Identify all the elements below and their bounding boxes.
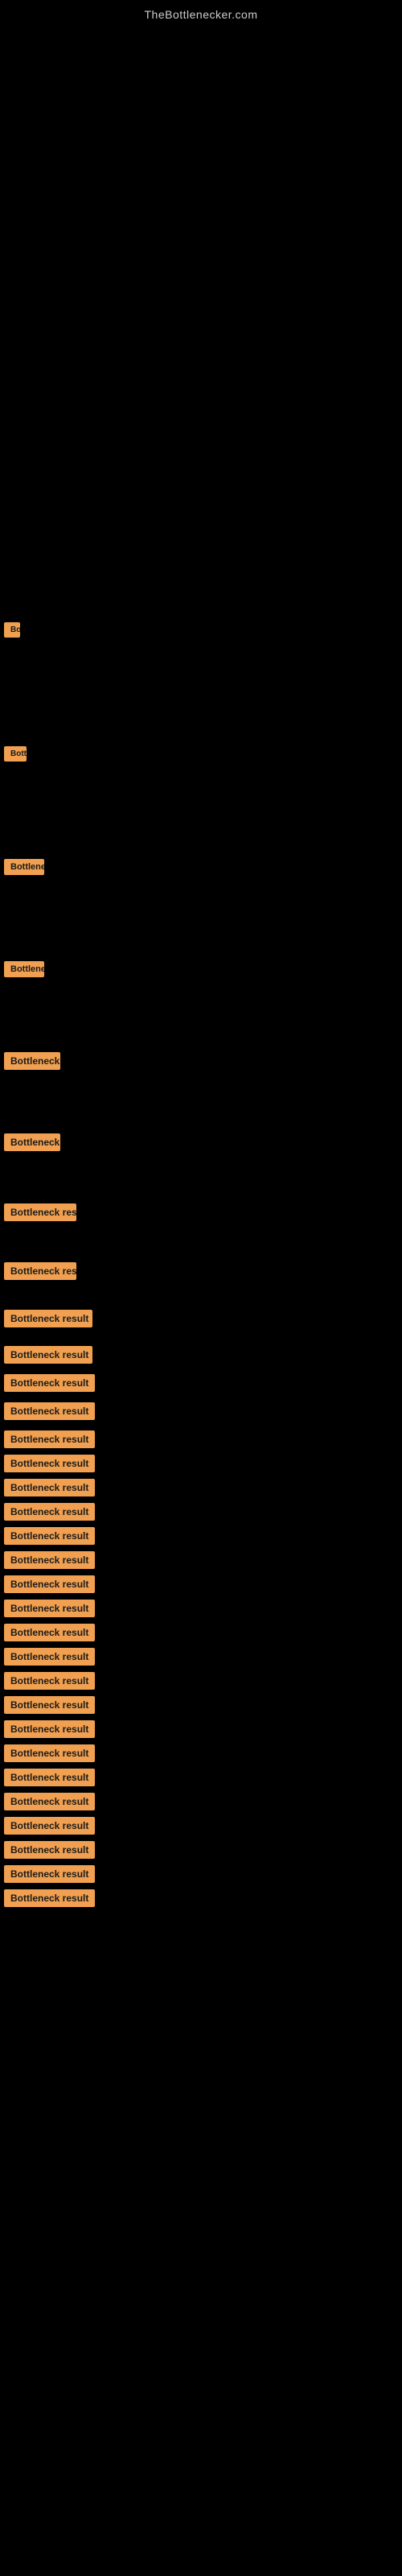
list-item: Bottleneck result: [4, 1743, 402, 1764]
bottleneck-result-label: Bottleneck result: [4, 859, 44, 875]
bottleneck-result-label: Bottleneck result: [4, 1720, 95, 1738]
list-item: Bottleneck result: [4, 1525, 402, 1546]
list-item: Bottleneck result: [4, 1453, 402, 1474]
list-item: Bottleneck result: [4, 745, 402, 767]
list-item: Bottleneck result: [4, 1670, 402, 1691]
bottleneck-result-label: Bottleneck result: [4, 1262, 76, 1280]
list-item: Bottleneck result: [4, 960, 402, 983]
bottleneck-result-label: Bottleneck result: [4, 1346, 92, 1364]
list-item: Bottleneck result: [4, 621, 402, 643]
list-item: Bottleneck result: [4, 1550, 402, 1571]
list-item: Bottleneck result: [4, 1839, 402, 1860]
bottleneck-result-label: Bottleneck result: [4, 1793, 95, 1810]
bottleneck-result-label: Bottleneck result: [4, 1455, 95, 1472]
list-item: Bottleneck result: [4, 1261, 402, 1286]
bottleneck-result-label: Bottleneck result: [4, 1624, 95, 1641]
list-item: Bottleneck result: [4, 1598, 402, 1619]
bottleneck-result-label: Bottleneck result: [4, 1310, 92, 1327]
bottleneck-result-label: Bottleneck result: [4, 622, 20, 638]
list-item: Bottleneck result: [4, 1622, 402, 1643]
bottleneck-result-label: Bottleneck result: [4, 961, 44, 977]
list-item: Bottleneck result: [4, 1501, 402, 1522]
list-item: Bottleneck result: [4, 1477, 402, 1498]
bottleneck-result-label: Bottleneck result: [4, 1133, 60, 1151]
list-item: Bottleneck result: [4, 1719, 402, 1740]
bottleneck-result-label: Bottleneck result: [4, 1865, 95, 1883]
bottleneck-result-label: Bottleneck result: [4, 1203, 76, 1221]
bottleneck-result-label: Bottleneck result: [4, 1503, 95, 1521]
bottleneck-result-label: Bottleneck result: [4, 1889, 95, 1907]
bottleneck-result-label: Bottleneck result: [4, 1600, 95, 1617]
bottleneck-list: Bottleneck result Bottleneck result Bottle…: [0, 621, 402, 1928]
bottleneck-result-label: Bottleneck result: [4, 746, 27, 762]
list-item: Bottleneck result: [4, 1574, 402, 1595]
bottleneck-result-label: Bottleneck result: [4, 1648, 95, 1666]
list-item: Bottleneck result: [4, 1344, 402, 1369]
list-item: Bottleneck result: [4, 1767, 402, 1788]
list-item: Bottleneck result: [4, 1864, 402, 1885]
bottleneck-result-label: Bottleneck result: [4, 1575, 95, 1593]
bottleneck-result-label: Bottleneck result: [4, 1430, 95, 1448]
list-item: Bottleneck result: [4, 1308, 402, 1333]
list-item: Bottleneck result: [4, 1646, 402, 1667]
bottleneck-result-label: Bottleneck result: [4, 1672, 95, 1690]
list-item: Bottleneck result: [4, 857, 402, 881]
bottleneck-result-label: Bottleneck result: [4, 1696, 95, 1714]
list-item: Bottleneck result: [4, 1401, 402, 1426]
list-item: Bottleneck result: [4, 1815, 402, 1836]
bottleneck-result-label: Bottleneck result: [4, 1402, 95, 1420]
bottleneck-result-label: Bottleneck result: [4, 1551, 95, 1569]
list-item: Bottleneck result: [4, 1429, 402, 1450]
list-item: Bottleneck result: [4, 1373, 402, 1397]
bottleneck-result-label: Bottleneck result: [4, 1841, 95, 1859]
list-item: Bottleneck result: [4, 1888, 402, 1909]
bottleneck-result-label: Bottleneck result: [4, 1744, 95, 1762]
list-item: Bottleneck result: [4, 1695, 402, 1715]
list-item: Bottleneck result: [4, 1202, 402, 1227]
bottleneck-result-label: Bottleneck result: [4, 1052, 60, 1070]
site-title: TheBottlenecker.com: [0, 0, 402, 25]
list-item: Bottleneck result: [4, 1132, 402, 1157]
bottleneck-result-label: Bottleneck result: [4, 1769, 95, 1786]
bottleneck-result-label: Bottleneck result: [4, 1479, 95, 1496]
list-item: Bottleneck result: [4, 1051, 402, 1075]
bottleneck-result-label: Bottleneck result: [4, 1527, 95, 1545]
bottleneck-result-label: Bottleneck result: [4, 1374, 95, 1392]
list-item: Bottleneck result: [4, 1791, 402, 1812]
bottleneck-result-label: Bottleneck result: [4, 1817, 95, 1835]
